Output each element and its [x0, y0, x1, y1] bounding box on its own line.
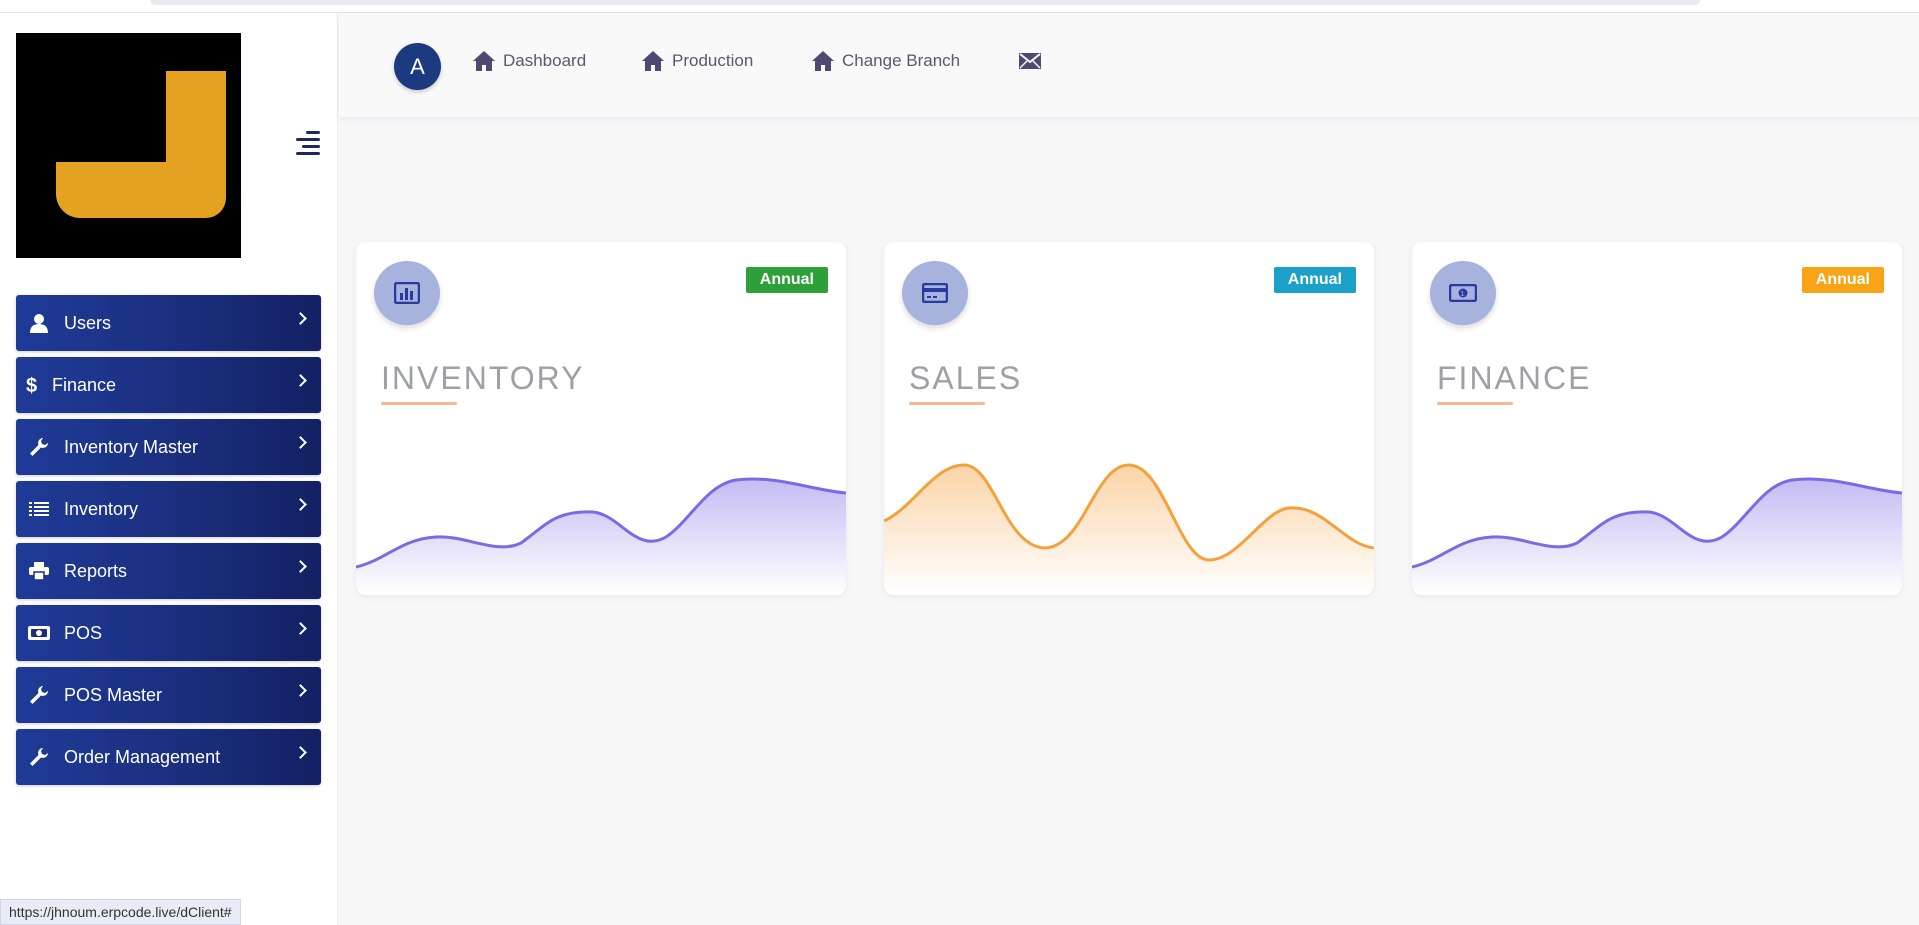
sidebar-item-pos-master[interactable]: POS Master	[16, 667, 321, 723]
money-bill-icon: 1	[1430, 261, 1496, 325]
nav-link-dashboard[interactable]: Dashboard	[473, 49, 586, 73]
company-logo[interactable]	[16, 33, 241, 258]
trend-sparkline	[1412, 477, 1902, 595]
chevron-right-icon	[294, 560, 307, 573]
inventory-card[interactable]: Annual INVENTORY	[356, 242, 846, 595]
nav-link-messages[interactable]	[1019, 49, 1049, 73]
chevron-right-icon	[294, 684, 307, 697]
menu-toggle-icon[interactable]	[296, 131, 320, 157]
link-status-bar: https://jhnoum.erpcode.live/dClient#	[0, 899, 241, 925]
period-badge[interactable]: Annual	[1801, 267, 1884, 293]
sidebar-item-label: Reports	[64, 560, 128, 581]
title-underline	[1437, 402, 1513, 405]
home-icon	[473, 51, 495, 71]
sidebar-menu: Users $ Finance Inventory Master Invento…	[16, 295, 321, 791]
list-icon	[26, 497, 52, 521]
dollar-icon: $	[24, 373, 40, 397]
nav-link-production[interactable]: Production	[642, 49, 753, 73]
sales-card[interactable]: Annual SALES	[884, 242, 1374, 595]
sidebar-item-reports[interactable]: Reports	[16, 543, 321, 599]
trend-sparkline	[356, 477, 846, 595]
sidebar-item-label: POS	[64, 622, 103, 643]
sidebar-item-inventory-master[interactable]: Inventory Master	[16, 419, 321, 475]
trend-sparkline	[884, 463, 1374, 595]
user-icon	[26, 311, 52, 335]
wrench-icon	[26, 435, 52, 459]
sidebar-item-label: Finance	[52, 374, 117, 395]
title-underline	[381, 402, 457, 405]
period-badge[interactable]: Annual	[745, 267, 828, 293]
top-navbar: A Dashboard Production Change Branch	[339, 13, 1919, 117]
chevron-right-icon	[294, 746, 307, 759]
printer-icon	[26, 559, 52, 583]
finance-card[interactable]: 1 Annual FINANCE	[1412, 242, 1902, 595]
card-title: INVENTORY	[381, 360, 585, 396]
home-icon	[642, 51, 664, 71]
home-icon	[812, 51, 834, 71]
svg-text:1: 1	[1461, 291, 1465, 298]
chevron-right-icon	[294, 312, 307, 325]
card-title: FINANCE	[1437, 360, 1592, 396]
sidebar-item-label: Order Management	[64, 746, 221, 767]
svg-text:$: $	[26, 375, 37, 396]
nav-link-label: Change Branch	[842, 51, 961, 70]
sidebar: Users $ Finance Inventory Master Invento…	[0, 13, 338, 925]
chevron-right-icon	[294, 374, 307, 387]
wrench-icon	[26, 683, 52, 707]
nav-link-change-branch[interactable]: Change Branch	[812, 49, 960, 73]
address-bar-edge	[150, 0, 1700, 5]
envelope-icon	[1019, 53, 1041, 69]
chevron-right-icon	[294, 498, 307, 511]
nav-link-label: Dashboard	[503, 51, 587, 70]
user-avatar[interactable]: A	[394, 43, 441, 90]
sidebar-item-label: Inventory	[64, 498, 139, 519]
sidebar-item-inventory[interactable]: Inventory	[16, 481, 321, 537]
nav-link-label: Production	[672, 51, 754, 70]
credit-card-icon	[902, 261, 968, 325]
sidebar-item-label: Inventory Master	[64, 436, 199, 457]
period-badge[interactable]: Annual	[1273, 267, 1356, 293]
sidebar-item-pos[interactable]: POS	[16, 605, 321, 661]
card-title: SALES	[909, 360, 1023, 396]
money-bill-icon	[26, 621, 52, 645]
sidebar-item-users[interactable]: Users	[16, 295, 321, 351]
bar-chart-icon	[374, 261, 440, 325]
browser-top-strip	[0, 0, 1919, 13]
chevron-right-icon	[294, 436, 307, 449]
sidebar-item-label: Users	[64, 312, 112, 333]
sidebar-item-finance[interactable]: $ Finance	[16, 357, 321, 413]
sidebar-item-order-management[interactable]: Order Management	[16, 729, 321, 785]
chevron-right-icon	[294, 622, 307, 635]
title-underline	[909, 402, 985, 405]
sidebar-item-label: POS Master	[64, 684, 163, 705]
wrench-icon	[26, 745, 52, 769]
